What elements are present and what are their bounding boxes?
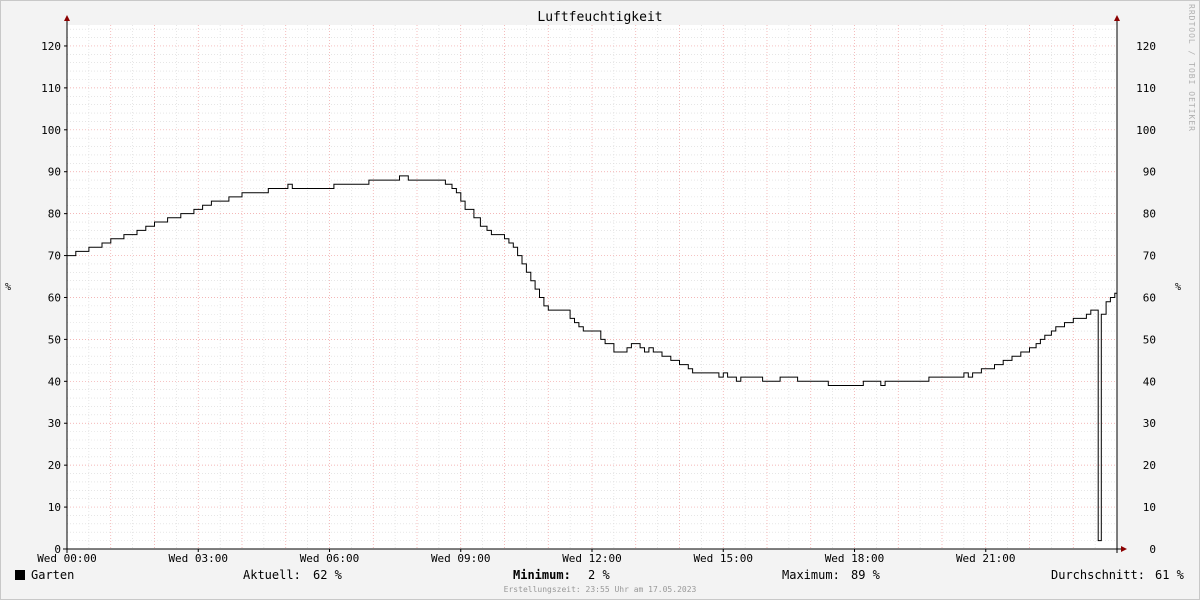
y-tick-label-right: 20 bbox=[1143, 459, 1156, 472]
y-tick-label-left: 90 bbox=[48, 166, 61, 179]
y-tick-label-left: 60 bbox=[48, 291, 61, 304]
y-tick-label-right: 50 bbox=[1143, 333, 1156, 346]
y-tick-label-right: 120 bbox=[1136, 40, 1156, 53]
creation-time-footer: Erstellungszeit: 23:55 Uhr am 17.05.2023 bbox=[503, 585, 697, 594]
legend-current-value: 62 % bbox=[313, 568, 342, 582]
y-tick-label-right: 80 bbox=[1143, 208, 1156, 221]
y-axis-arrow-right bbox=[1114, 15, 1120, 21]
x-tick-label: Wed 03:00 bbox=[168, 552, 228, 565]
x-tick-label: Wed 00:00 bbox=[37, 552, 97, 565]
x-tick-labels: Wed 00:00 Wed 03:00 Wed 06:00 Wed 09:00 Wed … bbox=[37, 552, 1015, 565]
y-tick-label-left: 40 bbox=[48, 375, 61, 388]
legend-series-name: Garten bbox=[31, 568, 75, 582]
y-tick-label-right: 70 bbox=[1143, 250, 1156, 263]
y-tick-label-left: 50 bbox=[48, 333, 61, 346]
humidity-chart: 0 010 1020 2030 3040 4050 5060 6070 7080 8090 9010… bbox=[37, 15, 1156, 565]
y-tick-label-left: 20 bbox=[48, 459, 61, 472]
legend-current-label: Aktuell: bbox=[243, 568, 301, 582]
y-tick-label-left: 120 bbox=[41, 40, 61, 53]
y-tick-label-right: 0 bbox=[1149, 543, 1156, 556]
y-tick-label-right: 90 bbox=[1143, 166, 1156, 179]
legend-max-value: 89 % bbox=[851, 568, 880, 582]
y-tick-label-left: 100 bbox=[41, 124, 61, 137]
legend-avg-label: Durchschnitt: bbox=[1051, 568, 1145, 582]
legend-swatch-garten bbox=[15, 570, 25, 580]
y-tick-label-right: 40 bbox=[1143, 375, 1156, 388]
x-tick-label: Wed 09:00 bbox=[431, 552, 491, 565]
x-tick-label: Wed 21:00 bbox=[956, 552, 1016, 565]
legend-avg-value: 61 % bbox=[1155, 568, 1184, 582]
y-tick-label-left: 70 bbox=[48, 250, 61, 263]
y-tick-label-right: 10 bbox=[1143, 501, 1156, 514]
x-tick-label: Wed 18:00 bbox=[825, 552, 885, 565]
y-tick-label-left: 80 bbox=[48, 208, 61, 221]
y-axis-arrow-left bbox=[64, 15, 70, 21]
x-tick-label: Wed 12:00 bbox=[562, 552, 622, 565]
y-tick-label-left: 10 bbox=[48, 501, 61, 514]
x-tick-label: Wed 06:00 bbox=[300, 552, 360, 565]
y-tick-label-right: 110 bbox=[1136, 82, 1156, 95]
legend-max-label: Maximum: bbox=[782, 568, 840, 582]
legend-min-value: 2 % bbox=[588, 568, 610, 582]
y-tick-label-left: 110 bbox=[41, 82, 61, 95]
y-tick-label-right: 30 bbox=[1143, 417, 1156, 430]
y-tick-label-left: 30 bbox=[48, 417, 61, 430]
x-axis-arrow bbox=[1121, 546, 1127, 552]
legend-row: Garten Aktuell: 62 % Minimum: 2 % Maximu… bbox=[0, 568, 1200, 584]
legend-min-label: Minimum: bbox=[513, 568, 571, 582]
x-tick-label: Wed 15:00 bbox=[693, 552, 753, 565]
y-tick-label-right: 60 bbox=[1143, 291, 1156, 304]
y-tick-label-right: 100 bbox=[1136, 124, 1156, 137]
